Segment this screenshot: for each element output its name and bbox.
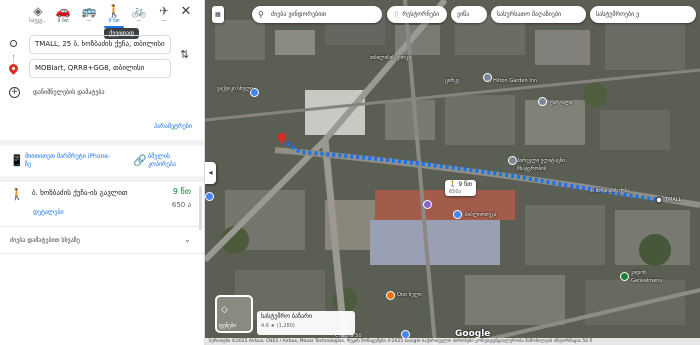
add-icon[interactable]: + — [9, 87, 20, 98]
poi-icon[interactable] — [620, 272, 629, 281]
send-to-phone-button[interactable]: მიითითეთ მარშრუტი iPhone-ზე — [25, 153, 115, 169]
map-label: Ooo ხელი — [397, 292, 422, 298]
chip-label: სასურსათო მაღაზიები — [497, 11, 562, 18]
divider — [0, 253, 204, 254]
route-distance: 650 ა — [171, 201, 191, 209]
mode-walking[interactable]: 🚶 9 წთ — [102, 4, 126, 28]
directions-panel: ◈ საუკე... 🚗 9 წთ 🚌 — 🚶 9 წთ 🚲 — ✈ — ✕ ქ… — [0, 0, 205, 345]
divider — [0, 226, 204, 227]
chip-groceries[interactable]: სასურსათო მაღაზიები — [491, 6, 586, 23]
walk-callout-distance: 650ა — [449, 189, 462, 195]
map-label: პირველი ელიტაცნი — [517, 158, 566, 164]
layers-label: ფენები — [219, 323, 236, 329]
chip-label: ვიწა — [457, 11, 470, 18]
search-placeholder: ძიება ვინდორებით — [271, 11, 327, 18]
best-route-icon: ◈ — [33, 4, 43, 18]
grid-icon: ▦ — [215, 11, 221, 18]
section-divider — [0, 176, 204, 182]
mode-label: — — [86, 18, 92, 24]
chip-restaurants[interactable]: 🍴 რესტორნები — [387, 6, 447, 23]
mode-best[interactable]: ◈ საუკე... — [26, 4, 50, 25]
origin-marker-icon — [655, 196, 663, 204]
options-button[interactable]: პარამეტრები — [154, 123, 192, 130]
walk-icon: 🚶 — [10, 188, 24, 201]
mode-label: 9 წთ — [108, 18, 120, 24]
plane-icon: ✈ — [158, 4, 170, 18]
place-card[interactable]: სასტუმრო ბაზარი 4.6 ★ (1,280) — [257, 311, 355, 335]
place-name: სასტუმრო ბაზარი — [261, 313, 312, 320]
car-icon: 🚗 — [55, 4, 71, 18]
explore-nearby[interactable]: ძიება დამატებით სხვაზე — [10, 237, 80, 244]
poi-icon[interactable] — [453, 210, 462, 219]
mode-flight[interactable]: ✈ — — [152, 4, 176, 25]
place-rating: 4.6 ★ (1,280) — [261, 323, 295, 329]
chip-label: სასტუმროები ვ — [596, 11, 640, 18]
origin-field[interactable]: TMALL, 25 ბ. ხოზბაძის ქუჩა, თბილისი — [29, 35, 171, 54]
layers-icon: ◇ — [221, 305, 228, 315]
chip-hotels[interactable]: ვიწა — [451, 6, 487, 23]
poi-icon[interactable] — [386, 291, 395, 300]
mode-label: საუკე... — [29, 18, 47, 24]
search-icon: ⚲ — [258, 10, 264, 19]
walk-icon: 🚶 — [106, 4, 122, 18]
map-view[interactable]: ცირკე თბილისის ცირკი Hilton Garden Inn ქ… — [205, 0, 700, 345]
map-label: ვიდოს — [631, 270, 647, 276]
poi-icon[interactable] — [483, 73, 492, 82]
bike-icon: 🚲 — [131, 4, 147, 18]
poi-icon[interactable] — [538, 97, 547, 106]
layers-button[interactable]: ◇ ფენები — [215, 295, 253, 333]
scrollbar[interactable] — [199, 186, 202, 230]
walk-duration-callout[interactable]: 🚶 9 წთ 650ა — [445, 180, 477, 196]
walk-icon: 🚶 — [449, 181, 457, 188]
map-label: ქარგალი — [550, 100, 573, 106]
mode-label: — — [161, 18, 167, 24]
travel-modes: ◈ საუკე... 🚗 9 წთ 🚌 — 🚶 9 წთ 🚲 — ✈ — — [0, 4, 204, 30]
street-label: ბ. ხოზბაძის ქუჩა — [590, 188, 630, 194]
copy-link-button[interactable]: ბმულის კოპირება — [148, 153, 198, 169]
link-icon: 🔗 — [133, 154, 147, 167]
chip-lodging[interactable]: სასტუმროები ვ — [590, 6, 696, 23]
map-label: ბიბლიოთეკა — [465, 212, 497, 218]
mode-cycling[interactable]: 🚲 — — [127, 4, 151, 25]
map-attribution[interactable]: სურათები ©2025 Airbus, CNES / Airbus, Ma… — [205, 338, 700, 345]
map-label: ცირკე — [445, 78, 460, 84]
chip-label: რესტორნები — [402, 11, 440, 18]
mode-transit[interactable]: 🚌 — — [77, 4, 101, 25]
close-icon[interactable]: ✕ — [178, 4, 194, 20]
map-label: მხატვრობის — [517, 166, 547, 172]
collapse-panel-button[interactable]: ◂ — [205, 162, 216, 184]
poi-icon[interactable] — [508, 156, 517, 165]
bus-icon: 🚌 — [81, 4, 97, 18]
apps-grid-button[interactable]: ▦ — [212, 6, 224, 23]
map-label: ვაქტიკი სხული — [217, 86, 254, 92]
mode-label: — — [136, 18, 142, 24]
satellite-imagery — [205, 0, 700, 345]
map-label: Hilton Garden Inn — [493, 78, 538, 84]
map-label: თბილისის ცირკი — [370, 55, 412, 61]
origin-dot-icon — [10, 40, 17, 47]
poi-icon[interactable] — [423, 200, 432, 209]
destination-field[interactable]: MOBIart, QRR8+GG8, თბილისი — [29, 59, 171, 78]
origin-label: TMALL — [665, 197, 682, 203]
route-time: 9 წთ — [172, 187, 191, 196]
search-input[interactable]: ⚲ ძიება ვინდორებით — [252, 6, 382, 23]
mode-label: 9 წთ — [57, 18, 69, 24]
restaurant-icon: 🍴 — [393, 11, 401, 18]
add-destination-button[interactable]: დანიშნულების დამატება — [33, 89, 105, 96]
chevron-down-icon[interactable]: ⌄ — [184, 235, 191, 244]
route-via[interactable]: ბ. ხოზბაძის ქუჩა-ის გავლით — [32, 189, 127, 197]
walk-callout-time: 🚶 9 წთ — [449, 181, 473, 188]
phone-icon: 📱 — [10, 154, 24, 167]
destination-pin-icon — [7, 62, 20, 75]
poi-icon[interactable] — [205, 192, 214, 201]
section-divider — [0, 140, 204, 146]
swap-icon[interactable]: ⇅ — [180, 48, 189, 61]
mode-driving[interactable]: 🚗 9 წთ — [51, 4, 75, 25]
details-button[interactable]: დეტალები — [33, 209, 64, 216]
map-label: Genkelmens — [631, 278, 663, 284]
